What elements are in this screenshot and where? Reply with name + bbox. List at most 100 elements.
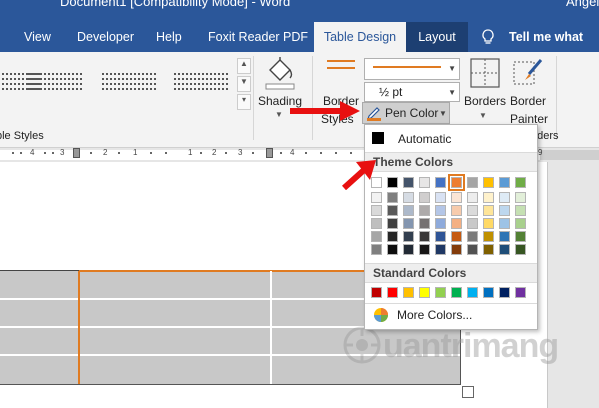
theme-shade-swatch[interactable]	[435, 205, 446, 216]
theme-shade-swatch[interactable]	[515, 218, 526, 229]
theme-shade-swatch[interactable]	[435, 231, 446, 242]
chevron-down-icon[interactable]: ▼	[237, 76, 251, 92]
theme-shade-swatch[interactable]	[419, 205, 430, 216]
theme-shade-swatch[interactable]	[483, 218, 494, 229]
theme-shade-swatch[interactable]	[467, 205, 478, 216]
borders-button[interactable]: Borders ▼	[463, 54, 506, 124]
standard-color-swatch[interactable]	[371, 287, 382, 298]
theme-shade-swatch[interactable]	[435, 218, 446, 229]
theme-color-swatch[interactable]	[419, 177, 430, 188]
theme-shade-swatch[interactable]	[371, 244, 382, 255]
standard-color-swatch[interactable]	[387, 287, 398, 298]
theme-shade-swatch[interactable]	[371, 231, 382, 242]
user-name[interactable]: Angel	[566, 0, 599, 9]
theme-shade-column	[403, 192, 414, 258]
theme-shade-swatch[interactable]	[403, 244, 414, 255]
theme-shade-swatch[interactable]	[451, 192, 462, 203]
theme-shade-swatch[interactable]	[451, 205, 462, 216]
theme-shade-swatch[interactable]	[419, 244, 430, 255]
tab-view[interactable]: View	[24, 22, 51, 52]
theme-shade-swatch[interactable]	[467, 192, 478, 203]
theme-shade-swatch[interactable]	[387, 192, 398, 203]
theme-shade-swatch[interactable]	[435, 244, 446, 255]
standard-color-swatch[interactable]	[419, 287, 430, 298]
ruler-marker[interactable]	[266, 148, 273, 158]
theme-shade-swatch[interactable]	[483, 231, 494, 242]
theme-color-swatch[interactable]	[448, 174, 465, 191]
theme-shade-swatch[interactable]	[403, 231, 414, 242]
table-style-thumbnail[interactable]	[102, 70, 156, 102]
tab-developer[interactable]: Developer	[77, 22, 134, 52]
theme-color-swatch[interactable]	[403, 177, 414, 188]
theme-shade-swatch[interactable]	[467, 231, 478, 242]
divider	[312, 56, 313, 140]
ruler-number: 9	[538, 148, 543, 157]
theme-shade-swatch[interactable]	[451, 231, 462, 242]
theme-shade-swatch[interactable]	[467, 244, 478, 255]
theme-shade-swatch[interactable]	[499, 192, 510, 203]
theme-shade-swatch[interactable]	[419, 231, 430, 242]
standard-color-swatch[interactable]	[515, 287, 526, 298]
theme-shade-swatch[interactable]	[387, 244, 398, 255]
standard-color-swatch[interactable]	[435, 287, 446, 298]
theme-shade-swatch[interactable]	[419, 218, 430, 229]
theme-shade-swatch[interactable]	[371, 218, 382, 229]
theme-color-swatch[interactable]	[515, 177, 526, 188]
theme-shade-swatch[interactable]	[387, 205, 398, 216]
lightbulb-icon[interactable]	[481, 29, 495, 48]
theme-shade-swatch[interactable]	[483, 244, 494, 255]
more-colors-option[interactable]: More Colors...	[397, 308, 472, 322]
theme-shade-swatch[interactable]	[419, 192, 430, 203]
theme-color-swatch[interactable]	[499, 177, 510, 188]
table-style-thumbnail[interactable]	[174, 70, 228, 102]
tab-layout[interactable]: Layout	[406, 22, 468, 52]
tab-foxit-reader-pdf[interactable]: Foxit Reader PDF	[208, 22, 308, 52]
theme-shade-swatch[interactable]	[499, 218, 510, 229]
theme-shade-swatch[interactable]	[499, 205, 510, 216]
pen-color-button[interactable]: Pen Color ▼	[362, 102, 450, 124]
theme-shade-column	[419, 192, 430, 258]
theme-shade-swatch[interactable]	[403, 218, 414, 229]
more-icon[interactable]: ▾	[237, 94, 251, 110]
theme-shade-swatch[interactable]	[467, 218, 478, 229]
table-style-thumbnail[interactable]	[28, 70, 82, 102]
table-resize-handle[interactable]	[462, 386, 474, 398]
theme-color-swatch[interactable]	[483, 177, 494, 188]
scrollbar-area[interactable]	[568, 162, 599, 408]
theme-color-swatch[interactable]	[387, 177, 398, 188]
theme-color-swatch[interactable]	[435, 177, 446, 188]
theme-shade-swatch[interactable]	[435, 192, 446, 203]
theme-shade-swatch[interactable]	[515, 192, 526, 203]
theme-shade-swatch[interactable]	[515, 244, 526, 255]
chevron-up-icon[interactable]: ▲	[237, 58, 251, 74]
theme-shade-swatch[interactable]	[515, 205, 526, 216]
chevron-down-icon: ▼	[439, 109, 447, 118]
standard-color-swatch[interactable]	[467, 287, 478, 298]
tab-table-design[interactable]: Table Design	[314, 22, 406, 52]
theme-shade-swatch[interactable]	[371, 192, 382, 203]
theme-shade-swatch[interactable]	[451, 244, 462, 255]
theme-shade-swatch[interactable]	[499, 244, 510, 255]
theme-shade-swatch[interactable]	[387, 231, 398, 242]
line-weight-select[interactable]: ½ pt ▼	[364, 82, 460, 102]
tab-help[interactable]: Help	[156, 22, 182, 52]
theme-shade-swatch[interactable]	[499, 231, 510, 242]
theme-color-swatch[interactable]	[467, 177, 478, 188]
standard-color-swatch[interactable]	[483, 287, 494, 298]
theme-shade-swatch[interactable]	[403, 192, 414, 203]
theme-shade-swatch[interactable]	[515, 231, 526, 242]
automatic-color-option[interactable]: Automatic	[366, 126, 536, 150]
standard-color-swatch[interactable]	[499, 287, 510, 298]
theme-shade-swatch[interactable]	[483, 192, 494, 203]
line-style-select[interactable]: ▼	[364, 58, 460, 80]
theme-shade-swatch[interactable]	[403, 205, 414, 216]
standard-color-swatch[interactable]	[403, 287, 414, 298]
ruler-marker[interactable]	[73, 148, 80, 158]
ruler-number: 2	[103, 148, 108, 157]
border-painter-button[interactable]: Border Painter	[507, 54, 551, 126]
theme-shade-swatch[interactable]	[451, 218, 462, 229]
theme-shade-swatch[interactable]	[483, 205, 494, 216]
theme-shade-swatch[interactable]	[387, 218, 398, 229]
standard-color-swatch[interactable]	[451, 287, 462, 298]
theme-shade-swatch[interactable]	[371, 205, 382, 216]
